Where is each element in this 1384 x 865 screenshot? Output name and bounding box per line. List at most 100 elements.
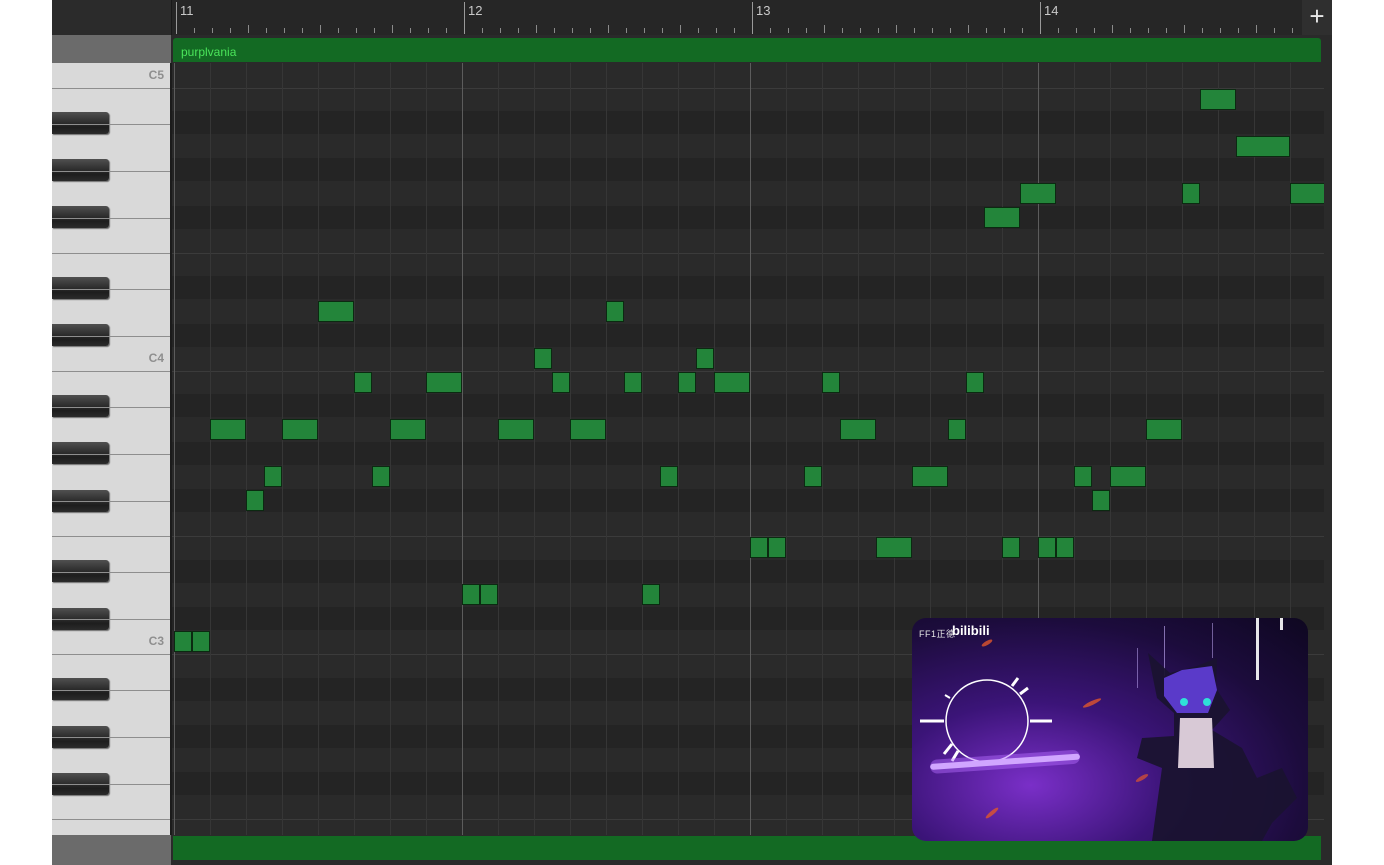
midi-note[interactable] — [660, 466, 678, 488]
midi-note[interactable] — [1038, 537, 1056, 558]
ruler-tick — [212, 28, 213, 33]
beat-gridline — [534, 63, 535, 835]
video-watermark: FF1正德 — [919, 629, 956, 639]
midi-note[interactable] — [390, 419, 426, 440]
midi-note[interactable] — [282, 419, 318, 440]
midi-note[interactable] — [210, 419, 246, 440]
region-name: purplvania — [181, 45, 237, 59]
midi-note[interactable] — [642, 584, 660, 606]
ruler-tick — [374, 28, 375, 33]
midi-note[interactable] — [1056, 537, 1074, 558]
video-overlay[interactable]: FF1正德 bilibili — [912, 618, 1308, 841]
ruler-tick — [500, 28, 501, 33]
white-key-divider — [52, 370, 170, 372]
ruler-tick — [338, 28, 339, 33]
midi-note[interactable] — [462, 584, 480, 606]
midi-note[interactable] — [264, 466, 282, 488]
beat-gridline — [642, 63, 643, 835]
beat-gridline — [282, 63, 283, 835]
midi-note[interactable] — [1092, 489, 1110, 511]
midi-note[interactable] — [876, 537, 912, 558]
midi-note[interactable] — [1200, 88, 1236, 110]
ruler-tick — [518, 28, 519, 33]
white-key-divider — [52, 571, 170, 573]
black-key-row — [172, 111, 1324, 135]
midi-note[interactable] — [1290, 183, 1324, 204]
midi-note[interactable] — [426, 371, 462, 393]
region-header-left — [52, 35, 171, 63]
midi-note[interactable] — [372, 466, 390, 488]
midi-note[interactable] — [318, 301, 354, 322]
region-header[interactable]: purplvania — [173, 38, 1321, 62]
midi-note[interactable] — [570, 419, 606, 440]
midi-note[interactable] — [1182, 183, 1200, 204]
midi-note[interactable] — [750, 537, 768, 558]
ruler-tick — [1004, 28, 1005, 33]
ruler-tick — [824, 25, 825, 33]
add-button[interactable]: + — [1302, 0, 1332, 35]
octave-label: C3 — [148, 634, 164, 649]
midi-note[interactable] — [354, 371, 372, 393]
ruler-tick — [1058, 28, 1059, 33]
midi-note[interactable] — [174, 631, 192, 653]
midi-note[interactable] — [822, 371, 840, 393]
white-key-divider — [52, 288, 170, 290]
midi-note[interactable] — [480, 584, 498, 606]
midi-note[interactable] — [1020, 183, 1056, 204]
midi-note[interactable] — [498, 419, 534, 440]
white-key-divider — [52, 335, 170, 337]
timeline-ruler[interactable]: 11 12 13 14 + — [52, 0, 1332, 35]
ruler-tick — [284, 28, 285, 33]
midi-note[interactable] — [1146, 419, 1182, 440]
midi-note[interactable] — [606, 301, 624, 322]
ruler-tick — [230, 28, 231, 33]
beat-gridline — [498, 63, 499, 835]
midi-note[interactable] — [1236, 135, 1290, 157]
midi-note[interactable] — [552, 371, 570, 393]
midi-note[interactable] — [246, 489, 264, 511]
beat-gridline — [786, 63, 787, 835]
black-key-row — [172, 276, 1324, 300]
ruler-tick — [788, 28, 789, 33]
piano-keyboard[interactable]: C5 C4 C3 — [52, 63, 170, 835]
bar-line — [752, 2, 753, 34]
midi-note[interactable] — [192, 631, 210, 653]
midi-note[interactable] — [840, 419, 876, 440]
white-key-divider — [52, 453, 170, 455]
bar-gridline — [462, 63, 463, 835]
midi-note[interactable] — [948, 419, 966, 440]
row-divider — [172, 87, 1324, 89]
ruler-tick — [914, 28, 915, 33]
midi-note[interactable] — [714, 371, 750, 393]
ruler-tick — [950, 28, 951, 33]
midi-note[interactable] — [912, 466, 948, 488]
midi-note[interactable] — [534, 348, 552, 370]
beat-gridline — [570, 63, 571, 835]
bar-number: 12 — [468, 3, 483, 18]
black-key-row — [172, 441, 1324, 465]
ruler-tick — [680, 25, 681, 33]
midi-note[interactable] — [1074, 466, 1092, 488]
ruler-tick — [1130, 28, 1131, 33]
ruler-tick — [608, 25, 609, 33]
midi-note[interactable] — [1002, 537, 1020, 558]
white-key-divider — [52, 87, 170, 89]
midi-note[interactable] — [696, 348, 714, 370]
midi-note[interactable] — [624, 371, 642, 393]
video-artwork — [920, 618, 1297, 841]
midi-note[interactable] — [768, 537, 786, 558]
midi-note[interactable] — [804, 466, 822, 488]
midi-note[interactable] — [1110, 466, 1146, 488]
ruler-tick — [932, 28, 933, 33]
bar-line — [1040, 2, 1041, 34]
beat-gridline — [858, 63, 859, 835]
ruler-corner — [52, 0, 172, 35]
ruler-tick — [734, 28, 735, 33]
midi-note[interactable] — [966, 371, 984, 393]
ruler-track[interactable]: 11 12 13 14 — [172, 0, 1302, 35]
bar-number: 11 — [180, 3, 194, 18]
white-key-divider — [52, 737, 170, 739]
midi-note[interactable] — [678, 371, 696, 393]
midi-note[interactable] — [984, 206, 1020, 228]
bar-gridline — [174, 63, 175, 835]
